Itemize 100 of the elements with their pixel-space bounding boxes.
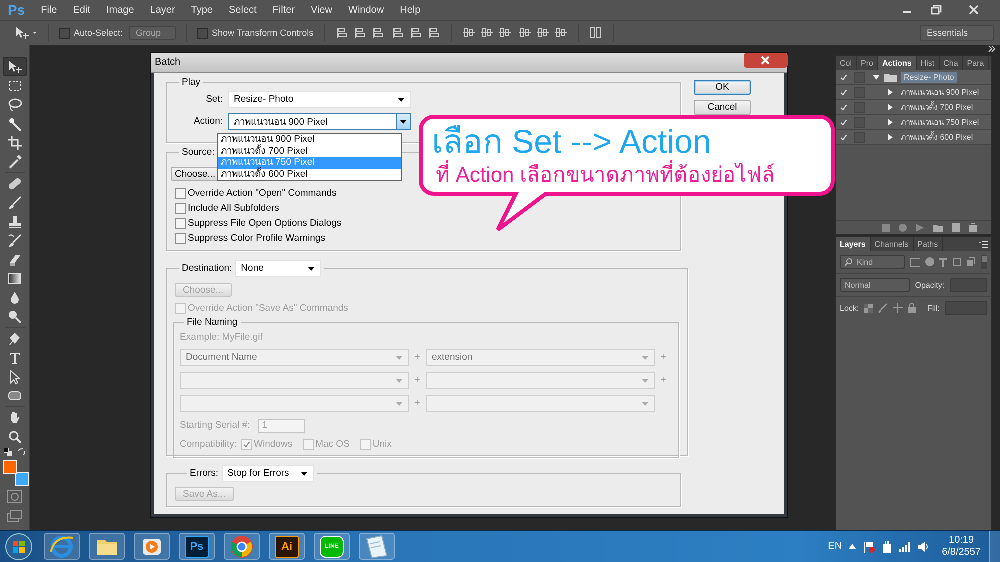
power-icon[interactable] — [882, 540, 892, 552]
trash-icon[interactable] — [969, 223, 977, 232]
menu-item[interactable]: Layer — [142, 4, 184, 16]
checkbox[interactable] — [175, 233, 186, 244]
errors-dropdown[interactable]: Stop for Errors — [222, 465, 314, 482]
checkmark-icon[interactable] — [838, 72, 848, 82]
taskbar-button[interactable] — [359, 533, 395, 560]
align-icon[interactable] — [426, 27, 441, 39]
checkmark-icon[interactable] — [838, 102, 848, 112]
panel-tab[interactable]: Channels — [870, 237, 914, 251]
folder-icon[interactable] — [933, 224, 943, 232]
align-icon[interactable] — [498, 27, 512, 39]
taskbar-button[interactable] — [89, 533, 125, 560]
menu-item[interactable]: Select — [220, 4, 265, 16]
checkbox[interactable] — [197, 28, 208, 38]
taskbar-button[interactable]: Ai — [269, 533, 305, 560]
auto-align-icon[interactable] — [588, 27, 603, 39]
move-tool-icon[interactable] — [14, 26, 38, 40]
clock-date[interactable]: 6/8/2557 — [942, 546, 981, 558]
collapsed-triangle-icon[interactable] — [887, 118, 894, 126]
align-icon[interactable] — [370, 27, 385, 39]
background-color-swatch[interactable] — [14, 472, 28, 486]
checkmark-icon[interactable] — [838, 118, 848, 126]
checkbox[interactable] — [175, 203, 186, 214]
move-arrows-icon[interactable] — [893, 303, 904, 313]
circle-filter-icon[interactable] — [924, 257, 934, 267]
speaker-icon[interactable] — [918, 542, 930, 552]
tool-button[interactable] — [2, 57, 26, 76]
blend-mode-dropdown[interactable]: Normal — [840, 278, 910, 292]
menu-item[interactable]: Filter — [264, 4, 304, 16]
taskbar-button[interactable] — [224, 533, 260, 560]
checkmark-icon[interactable] — [838, 88, 848, 96]
signal-bars-icon[interactable] — [899, 542, 912, 552]
dropdown-option[interactable]: ภาพแนวตั้ง 700 Pixel — [218, 146, 401, 157]
shape-filter-icon[interactable] — [952, 257, 962, 267]
align-icon[interactable] — [408, 27, 423, 39]
align-icon[interactable] — [352, 27, 367, 39]
toggle-icon[interactable] — [980, 255, 987, 269]
ok-button[interactable]: OK — [694, 80, 751, 95]
taskbar-button[interactable]: Ps — [179, 533, 215, 560]
filter-dropdown[interactable]: Kind — [840, 255, 905, 269]
padlock-icon[interactable] — [908, 303, 916, 313]
brush-icon[interactable] — [878, 303, 888, 313]
expanded-triangle-icon[interactable] — [873, 74, 880, 80]
panel-tab[interactable]: Paths — [914, 237, 944, 251]
choose-button[interactable]: Choose... — [171, 167, 220, 181]
foreground-color-swatch[interactable] — [2, 460, 16, 474]
collapsed-triangle-icon[interactable] — [887, 104, 894, 110]
type-filter-icon[interactable] — [939, 258, 948, 266]
clock-time[interactable]: 10:19 — [949, 534, 974, 546]
smart-object-filter-icon[interactable] — [966, 257, 976, 267]
action-dropdown[interactable]: ภาพแนวนอน 900 Pixel — [228, 113, 411, 130]
show-hidden-icons[interactable] — [849, 544, 856, 549]
checkerboard-icon[interactable] — [864, 304, 874, 312]
dropdown-option[interactable]: ภาพแนวตั้ง 600 Pixel — [218, 168, 401, 180]
taskbar-button[interactable] — [44, 533, 80, 560]
action-item[interactable]: Resize- Photo — [901, 72, 958, 82]
menu-item[interactable]: Type — [183, 4, 221, 16]
align-icon[interactable] — [554, 27, 568, 39]
language-indicator[interactable]: EN — [828, 541, 842, 552]
quick-mask-icon[interactable] — [6, 490, 22, 504]
collapsed-triangle-icon[interactable] — [887, 134, 894, 140]
dropdown-option[interactable]: ภาพแนวนอน 900 Pixel — [218, 134, 401, 146]
panel-tab[interactable]: Layers — [836, 237, 871, 251]
swap-arrows-icon[interactable] — [18, 448, 26, 456]
checkbox[interactable] — [175, 218, 186, 229]
checkbox[interactable] — [59, 28, 70, 38]
align-icon[interactable] — [536, 27, 550, 39]
align-icon[interactable] — [518, 27, 532, 39]
destination-dropdown[interactable]: None — [235, 260, 322, 277]
cancel-button[interactable]: Cancel — [694, 100, 751, 115]
naming-dropdown[interactable]: Document Name — [180, 349, 409, 366]
screen-mode-icon[interactable] — [6, 510, 22, 524]
menu-item[interactable]: Image — [98, 4, 142, 16]
panel-menu-icon[interactable] — [979, 240, 988, 248]
checkbox[interactable] — [175, 188, 186, 199]
menu-item[interactable]: View — [303, 4, 341, 16]
menu-item[interactable]: Edit — [65, 4, 98, 16]
taskbar-button[interactable] — [134, 533, 170, 560]
panel-tab[interactable]: Actions — [878, 56, 917, 70]
workspace-dropdown[interactable]: Essentials — [920, 25, 994, 41]
align-icon[interactable] — [334, 27, 349, 39]
flag-icon[interactable] — [863, 540, 876, 552]
collapsed-triangle-icon[interactable] — [887, 88, 894, 96]
menu-item[interactable]: Help — [392, 4, 429, 16]
opacity-field[interactable] — [950, 278, 987, 292]
fill-field[interactable] — [945, 301, 987, 315]
checkmark-icon[interactable] — [838, 132, 848, 142]
image-filter-icon[interactable] — [910, 258, 920, 266]
menu-item[interactable]: File — [33, 4, 66, 16]
naming-dropdown[interactable]: extension — [426, 349, 655, 366]
collapse-icon[interactable] — [988, 45, 996, 53]
dialog-toggle[interactable] — [854, 72, 865, 82]
align-icon[interactable] — [390, 27, 405, 39]
close-icon[interactable] — [744, 53, 788, 68]
align-icon[interactable] — [462, 27, 476, 39]
menu-item[interactable]: Window — [340, 4, 392, 16]
set-dropdown[interactable]: Resize- Photo — [228, 91, 411, 108]
align-icon[interactable] — [480, 27, 494, 39]
default-colors-icon[interactable] — [4, 448, 12, 456]
